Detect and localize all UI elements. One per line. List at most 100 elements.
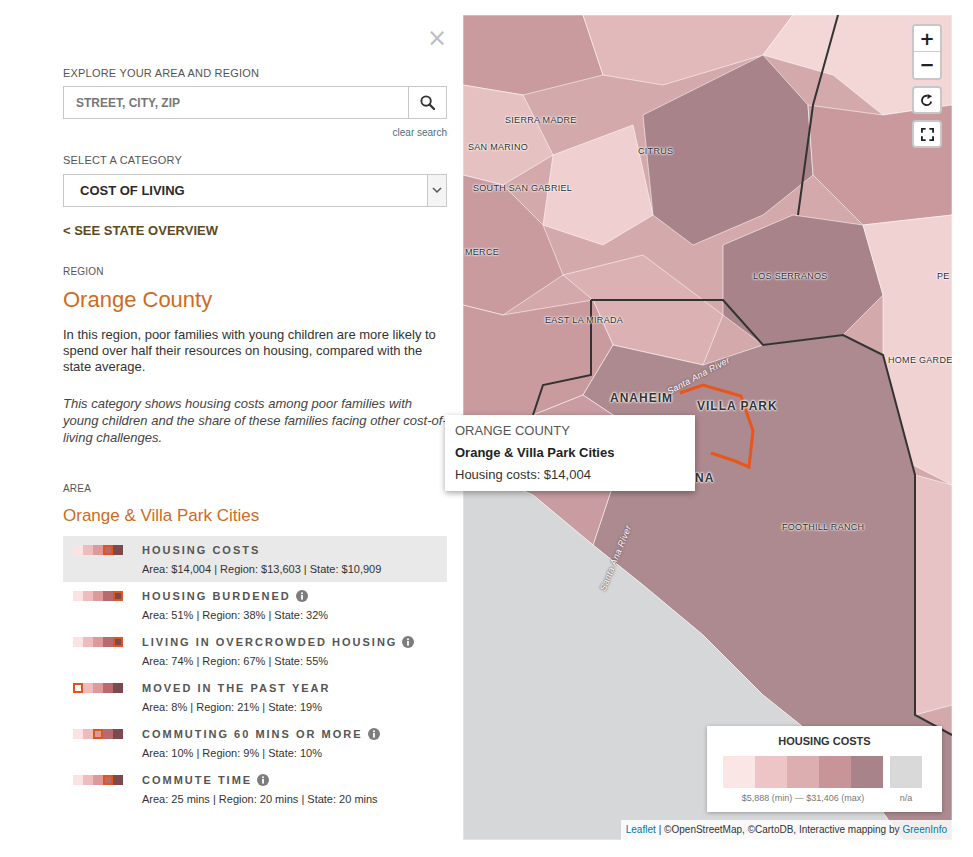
scale-box [113, 591, 123, 601]
map-label: FOOTHILL RANCH [782, 522, 864, 533]
metric-row[interactable]: COMMUTING 60 MINS OR MOREArea: 10% | Reg… [63, 720, 447, 766]
scale-box [113, 775, 123, 785]
scale-box [113, 545, 123, 555]
metric-values: Area: 51% | Region: 38% | State: 32% [142, 608, 447, 622]
legend-swatch [787, 756, 819, 788]
area-label: AREA [63, 482, 447, 496]
metric-title: HOUSING COSTS [142, 543, 260, 557]
attribution-link[interactable]: Leaflet [626, 823, 656, 837]
scale-box [93, 545, 103, 555]
legend-na-label: n/a [900, 792, 913, 804]
area-name: Orange & Villa Park Cities [63, 505, 447, 526]
metric-row[interactable]: HOUSING COSTS Area: $14,004 | Region: $13… [63, 536, 447, 582]
scale-box [103, 591, 113, 601]
scale-box [103, 637, 113, 647]
mini-scale [73, 545, 142, 555]
attribution: Leaflet| ©OpenStreetMap, ©CartoDB, Inter… [621, 820, 952, 840]
map-tooltip: ORANGE COUNTYOrange & Villa Park CitiesH… [445, 415, 695, 491]
map-label: NA [695, 471, 714, 485]
metric-values: Area: $14,004 | Region: $13,603 | State:… [142, 562, 447, 576]
scale-box [93, 729, 103, 739]
scale-box [103, 775, 113, 785]
zoom-in-button[interactable]: + [914, 26, 940, 52]
scale-box [93, 683, 103, 693]
scale-box [103, 683, 113, 693]
map-region[interactable] [808, 105, 952, 225]
scale-box [73, 775, 83, 785]
metric-row[interactable]: LIVING IN OVERCROWDED HOUSING Area: 74% |… [63, 628, 447, 674]
scale-box [93, 637, 103, 647]
map-legend: HOUSING COSTS $5,888 (min) — $31,406 (max… [707, 726, 942, 812]
map-label: EAST LA MIRADA [545, 315, 623, 326]
scale-box [73, 591, 83, 601]
legend-swatch [723, 756, 755, 788]
map-region[interactable] [915, 475, 952, 715]
attribution-link[interactable]: GreenInfo [903, 823, 947, 837]
county-boundary [591, 300, 952, 735]
share-icon [921, 94, 934, 107]
info-icon[interactable] [296, 590, 308, 602]
scale-box [113, 637, 123, 647]
map-label: MERCE [465, 247, 499, 258]
metric-row[interactable]: COMMUTE TIMEArea: 25 mins | Region: 20 m… [63, 766, 447, 812]
metric-values: Area: 8% | Region: 21% | State: 19% [142, 700, 447, 714]
metric-values: Area: 25 mins | Region: 20 mins | State:… [142, 792, 447, 806]
scale-box [83, 545, 93, 555]
search-button[interactable] [408, 87, 446, 118]
legend-title: HOUSING COSTS [723, 734, 926, 748]
scale-box [83, 591, 93, 601]
legend-swatch [819, 756, 851, 788]
category-note: This category shows housing costs among … [63, 395, 447, 446]
legend-swatch [755, 756, 787, 788]
tooltip-value: Housing costs: $14,004 [455, 467, 685, 483]
metric-title: LIVING IN OVERCROWDED HOUSING [142, 635, 397, 649]
region-summary: In this region, poor families with young… [63, 327, 447, 375]
state-overview-link[interactable]: < SEE STATE OVERVIEW [63, 222, 447, 239]
scale-box [113, 683, 123, 693]
metric-values: Area: 10% | Region: 9% | State: 10% [142, 746, 447, 760]
map-region[interactable] [463, 85, 553, 185]
tooltip-region: ORANGE COUNTY [455, 423, 685, 439]
info-icon[interactable] [257, 774, 269, 786]
page: × EXPLORE YOUR AREA AND REGION clear searc… [0, 0, 973, 857]
search-input[interactable] [64, 87, 408, 118]
map-label: ANAHEIM [610, 391, 673, 405]
zoom-out-button[interactable]: − [914, 52, 940, 78]
map-region[interactable] [463, 175, 563, 315]
scale-box [83, 729, 93, 739]
clear-search-link[interactable]: clear search [393, 127, 447, 139]
scale-box [73, 545, 83, 555]
share-button[interactable] [912, 86, 942, 114]
map-region[interactable] [463, 465, 903, 840]
scale-box [83, 683, 93, 693]
category-select[interactable]: COST OF LIVING [63, 174, 447, 207]
scale-box [73, 683, 83, 693]
legend-swatch [851, 756, 883, 788]
scale-box [113, 729, 123, 739]
map-label: VILLA PARK [697, 399, 778, 413]
category-value: COST OF LIVING [64, 175, 427, 206]
map-label: CITRUS [638, 146, 673, 157]
map-label: LOS SERRANOS [753, 271, 828, 282]
scale-box [93, 591, 103, 601]
search-label: EXPLORE YOUR AREA AND REGION [63, 66, 447, 80]
map-region[interactable] [463, 15, 603, 95]
metric-values: Area: 74% | Region: 67% | State: 55% [142, 654, 447, 668]
metric-row[interactable]: HOUSING BURDENEDArea: 51% | Region: 38% … [63, 582, 447, 628]
info-icon[interactable] [368, 728, 380, 740]
sidebar: × EXPLORE YOUR AREA AND REGION clear searc… [0, 0, 463, 857]
legend-range: $5,888 (min) — $31,406 (max) [742, 792, 865, 804]
scale-box [73, 637, 83, 647]
mini-scale [73, 683, 142, 693]
scale-box [103, 545, 113, 555]
region-label: REGION [63, 265, 447, 279]
mini-scale [73, 637, 142, 647]
metric-row[interactable]: MOVED IN THE PAST YEARArea: 8% | Region:… [63, 674, 447, 720]
fullscreen-button[interactable] [912, 120, 942, 148]
info-icon[interactable] [402, 636, 414, 648]
dropdown-arrow [427, 175, 446, 206]
scale-box [93, 775, 103, 785]
close-button[interactable]: × [427, 28, 447, 48]
attribution-text: | ©OpenStreetMap, ©CartoDB, Interactive … [659, 823, 900, 837]
category-label: SELECT A CATEGORY [63, 153, 447, 167]
